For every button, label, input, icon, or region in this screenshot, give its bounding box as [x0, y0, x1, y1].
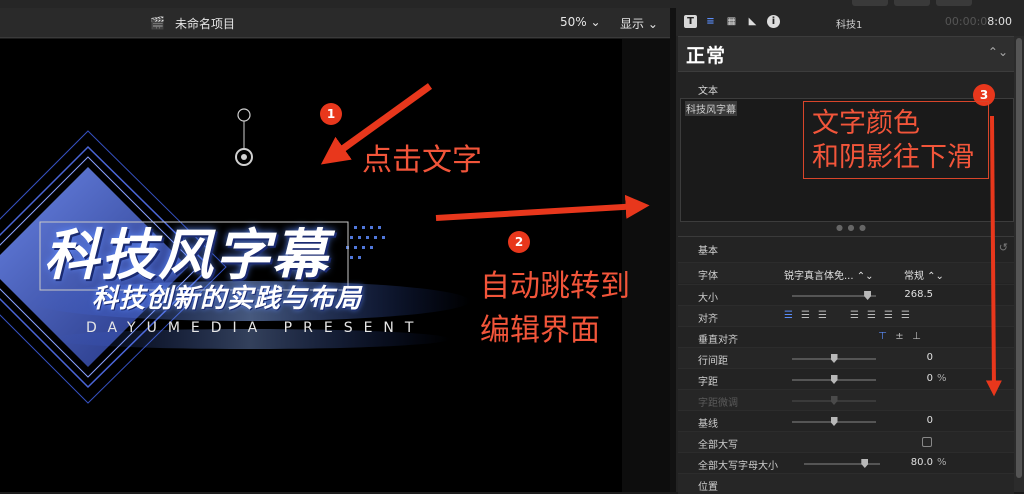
- step3-note-line1: 文字颜色: [812, 108, 920, 139]
- step1-note: 点击文字: [362, 143, 482, 178]
- arrow-scroll-down: [985, 115, 1002, 397]
- step2-note-line1: 自动跳转到: [480, 269, 630, 304]
- arrow-to-inspector: [435, 194, 650, 221]
- step2-note-line2: 编辑界面: [480, 313, 600, 348]
- step3-note-line2: 和阴影往下滑: [812, 142, 974, 173]
- step3-note-box: 文字颜色 和阴影往下滑: [803, 101, 989, 179]
- step-badge-2: 2: [508, 231, 530, 253]
- step-badge-1: 1: [320, 103, 342, 125]
